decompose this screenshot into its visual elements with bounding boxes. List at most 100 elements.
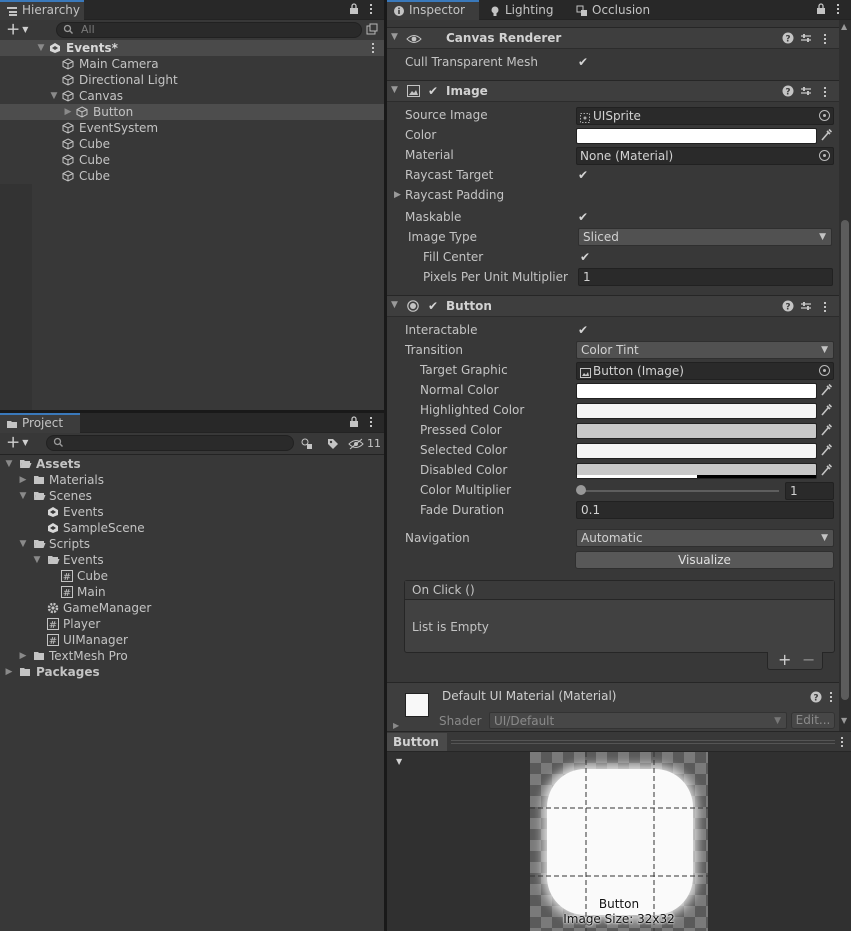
search-by-label-icon[interactable] [326, 437, 340, 451]
preview-menu-icon[interactable] [839, 737, 845, 747]
hidden-packages-toggle[interactable]: 11 [348, 436, 382, 452]
eyedropper-icon[interactable] [820, 463, 834, 477]
help-icon[interactable]: ? [782, 32, 794, 47]
foldout-arrow-icon[interactable]: ▶ [394, 190, 401, 200]
object-picker-icon[interactable] [819, 150, 830, 161]
button-enabled-checkbox[interactable]: ✔ [426, 299, 440, 313]
eyedropper-icon[interactable] [820, 443, 834, 457]
project-item[interactable]: # UIManager [0, 632, 384, 648]
maskable-checkbox[interactable]: ✔ [576, 210, 590, 224]
visualize-button[interactable]: Visualize [575, 551, 834, 569]
project-menu-icon[interactable] [368, 417, 374, 427]
hierarchy-item[interactable]: Cube [0, 136, 384, 152]
project-item[interactable]: ▼ Assets [0, 456, 384, 472]
object-picker-icon[interactable] [819, 110, 830, 121]
foldout-arrow-icon[interactable]: ▼ [391, 300, 398, 310]
inspector-scrollbar[interactable]: ▲ ▼ [839, 20, 851, 731]
eyedropper-icon[interactable] [820, 423, 834, 437]
ppu-input[interactable]: 1 [578, 268, 833, 286]
create-add-button[interactable]: + ▼ [6, 21, 34, 39]
inspector-menu-icon[interactable] [835, 4, 841, 14]
fill-center-checkbox[interactable]: ✔ [578, 250, 592, 264]
hierarchy-item[interactable]: Cube [0, 152, 384, 168]
foldout-arrow-icon[interactable]: ▼ [391, 85, 398, 95]
create-add-button[interactable]: + ▼ [6, 434, 34, 452]
tab-occlusion[interactable]: Occlusion [570, 0, 666, 20]
material-field[interactable]: None (Material) [576, 147, 834, 165]
object-picker-icon[interactable] [819, 365, 830, 376]
interactable-checkbox[interactable]: ✔ [576, 323, 590, 337]
hierarchy-item[interactable]: EventSystem [0, 120, 384, 136]
raycast-padding-label[interactable]: Raycast Padding [405, 186, 504, 204]
scene-header-row[interactable]: ▼ Events* [0, 40, 384, 56]
expand-arrow-icon[interactable]: ▼ [32, 552, 42, 568]
hierarchy-search-input[interactable]: All [56, 22, 362, 38]
expand-arrow-icon[interactable]: ▼ [4, 456, 14, 472]
tab-inspector[interactable]: Inspector [387, 0, 479, 20]
hierarchy-menu-icon[interactable] [368, 4, 374, 14]
tab-hierarchy[interactable]: Hierarchy [0, 0, 84, 20]
material-menu-icon[interactable] [828, 692, 834, 702]
help-icon[interactable]: ? [810, 691, 822, 706]
image-type-dropdown[interactable]: Sliced ▼ [578, 228, 832, 246]
fade-duration-input[interactable]: 0.1 [576, 501, 834, 519]
search-by-type-icon[interactable] [300, 437, 314, 451]
image-enabled-checkbox[interactable]: ✔ [426, 84, 440, 98]
eyedropper-icon[interactable] [820, 403, 834, 417]
collapse-arrow-icon[interactable]: ▶ [63, 104, 73, 120]
project-item[interactable]: # Player [0, 616, 384, 632]
presets-icon[interactable] [800, 85, 812, 100]
project-item[interactable]: ▶ Packages [0, 664, 384, 680]
project-item[interactable]: ▼ Scenes [0, 488, 384, 504]
pressed-color-swatch[interactable] [576, 423, 817, 439]
project-item[interactable]: ▶ Materials [0, 472, 384, 488]
scene-visibility-icon[interactable] [366, 23, 378, 35]
scroll-up-icon[interactable]: ▲ [841, 22, 847, 31]
component-menu-icon[interactable] [822, 34, 828, 44]
canvas-renderer-header[interactable]: ▼ Canvas Renderer ? [387, 27, 839, 49]
image-component-header[interactable]: ▼ ✔ Image ? [387, 80, 839, 102]
presets-icon[interactable] [800, 300, 812, 315]
project-item[interactable]: # Cube [0, 568, 384, 584]
highlighted-color-swatch[interactable] [576, 403, 817, 419]
presets-icon[interactable] [800, 32, 812, 47]
expand-arrow-icon[interactable]: ▼ [18, 536, 28, 552]
color-multiplier-input[interactable]: 1 [785, 482, 834, 500]
hierarchy-item[interactable]: Main Camera [0, 56, 384, 72]
lock-icon[interactable] [348, 3, 360, 17]
project-item[interactable]: Events [0, 504, 384, 520]
lock-icon[interactable] [815, 3, 827, 17]
tab-lighting[interactable]: Lighting [483, 0, 569, 20]
button-component-header[interactable]: ▼ ✔ Button ? [387, 295, 839, 317]
shader-dropdown[interactable]: UI/Default ▼ [489, 712, 787, 729]
collapse-arrow-icon[interactable]: ▶ [18, 648, 28, 664]
transition-dropdown[interactable]: Color Tint ▼ [576, 341, 834, 359]
project-item[interactable]: SampleScene [0, 520, 384, 536]
hierarchy-item-selected[interactable]: ▶ Button [0, 104, 384, 120]
component-menu-icon[interactable] [822, 302, 828, 312]
source-image-field[interactable]: UISprite [576, 107, 834, 125]
target-graphic-field[interactable]: Button (Image) [576, 362, 834, 380]
lock-icon[interactable] [348, 416, 360, 430]
color-multiplier-slider-thumb[interactable] [576, 485, 586, 495]
project-item[interactable]: # Main [0, 584, 384, 600]
color-multiplier-slider-track[interactable] [579, 490, 779, 492]
foldout-arrow-icon[interactable]: ▶ [393, 721, 399, 730]
preview-drag-handle[interactable] [451, 740, 835, 744]
inspector-scroll-thumb[interactable] [841, 220, 849, 700]
hierarchy-item[interactable]: ▼ Canvas [0, 88, 384, 104]
collapse-arrow-icon[interactable]: ▶ [4, 664, 14, 680]
add-listener-button[interactable]: + [778, 650, 791, 669]
foldout-arrow-icon[interactable]: ▼ [391, 32, 398, 42]
cull-transparent-checkbox[interactable]: ✔ [576, 55, 590, 69]
hierarchy-item[interactable]: Cube [0, 168, 384, 184]
edit-shader-button[interactable]: Edit... [791, 712, 835, 729]
scene-menu-icon[interactable] [370, 43, 376, 53]
hierarchy-item[interactable]: Directional Light [0, 72, 384, 88]
tab-project[interactable]: Project [0, 413, 80, 433]
preview-object-dropdown[interactable]: Button ▼ [387, 733, 447, 766]
project-search-input[interactable] [46, 435, 294, 451]
eyedropper-icon[interactable] [820, 383, 834, 397]
component-menu-icon[interactable] [822, 87, 828, 97]
scroll-down-icon[interactable]: ▼ [841, 716, 847, 725]
